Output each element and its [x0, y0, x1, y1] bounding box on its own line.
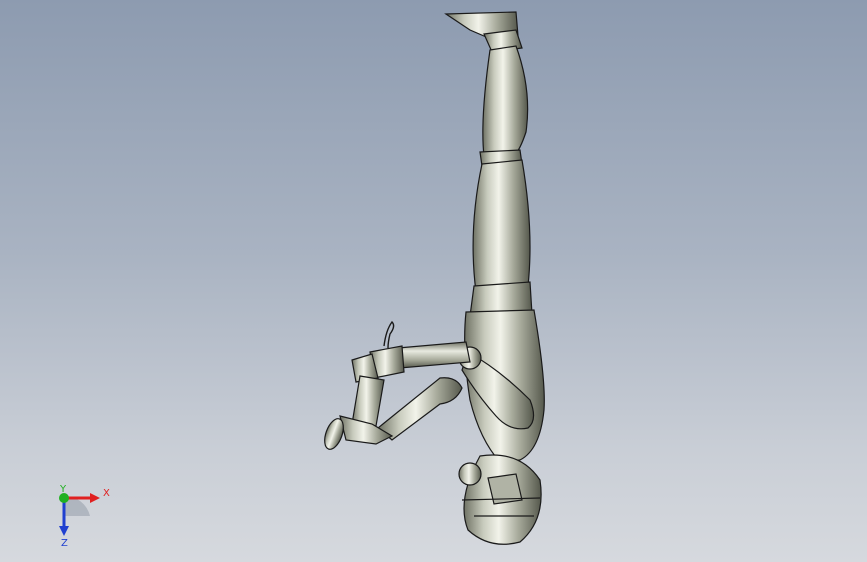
robot-left-forearm[interactable]: [397, 341, 471, 369]
robot-upper-leg[interactable]: [472, 159, 531, 293]
robot-head[interactable]: [458, 454, 542, 545]
robot-right-upper-arm[interactable]: [377, 377, 463, 441]
coordinate-triad: X Y Z: [59, 484, 110, 549]
y-axis-label: Y: [59, 484, 67, 495]
robot-foot[interactable]: [444, 11, 523, 53]
robot-right-hand-tool[interactable]: [321, 415, 394, 452]
z-axis-arrow: [59, 526, 69, 536]
robot-lower-leg[interactable]: [482, 45, 529, 157]
x-axis-label: X: [103, 488, 110, 499]
robot-right-forearm[interactable]: [351, 375, 385, 427]
z-axis-label: Z: [61, 538, 68, 549]
3d-viewport[interactable]: [0, 0, 867, 562]
robot-model[interactable]: [321, 11, 545, 545]
x-axis-arrow: [90, 493, 100, 503]
